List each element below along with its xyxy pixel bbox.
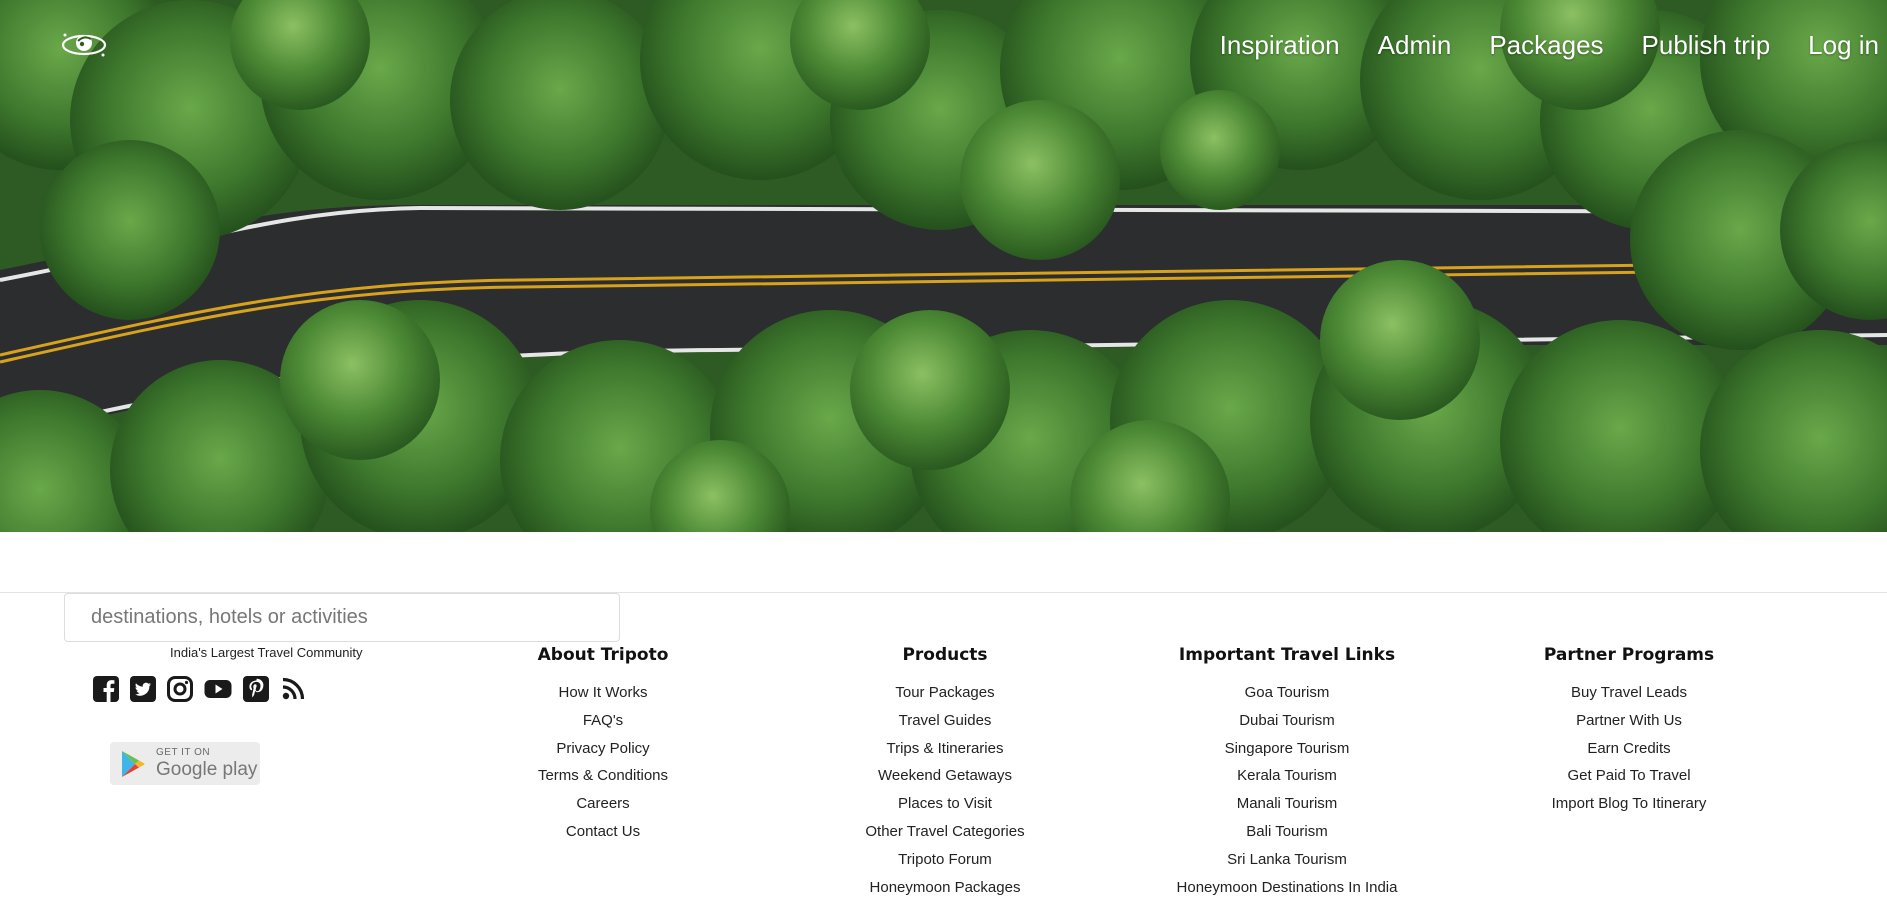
- footer-link[interactable]: Terms & Conditions: [538, 767, 668, 784]
- list-item: Honeymoon Destinations In India: [1177, 874, 1398, 902]
- footer-link[interactable]: Privacy Policy: [556, 740, 649, 757]
- youtube-icon[interactable]: [203, 675, 233, 703]
- list-item: Kerala Tourism: [1177, 762, 1398, 790]
- list-item: Singapore Tourism: [1177, 735, 1398, 763]
- list-item: Manali Tourism: [1177, 790, 1398, 818]
- footer-column-partner-programs: Partner Programs Buy Travel Leads Partne…: [1544, 645, 1714, 818]
- footer-link[interactable]: Kerala Tourism: [1237, 767, 1337, 784]
- list-item: Contact Us: [538, 818, 669, 846]
- facebook-icon[interactable]: [92, 675, 120, 703]
- column-heading: Important Travel Links: [1178, 645, 1396, 665]
- list-item: Travel Guides: [865, 707, 1024, 735]
- nav-publish-trip-link[interactable]: Publish trip: [1642, 30, 1771, 61]
- hero-road-forest-image: [0, 0, 1887, 532]
- list-item: Tour Packages: [865, 679, 1024, 707]
- footer-link[interactable]: Trips & Itineraries: [887, 740, 1004, 757]
- tripoto-logo[interactable]: [55, 26, 113, 62]
- list-item: Bali Tourism: [1177, 818, 1398, 846]
- footer-link[interactable]: FAQ's: [583, 712, 623, 729]
- google-play-icon: [122, 750, 145, 777]
- list-item: Sri Lanka Tourism: [1177, 846, 1398, 874]
- list-item: Get Paid To Travel: [1544, 762, 1714, 790]
- footer-link[interactable]: Import Blog To Itinerary: [1552, 795, 1707, 812]
- list-item: Buy Travel Leads: [1544, 679, 1714, 707]
- list-item: Other Travel Categories: [865, 818, 1024, 846]
- footer-link[interactable]: Sri Lanka Tourism: [1227, 851, 1347, 868]
- nav-admin-link[interactable]: Admin: [1378, 30, 1452, 61]
- rss-icon[interactable]: [279, 675, 307, 703]
- hero-banner: Inspiration Admin Packages Publish trip …: [0, 0, 1887, 532]
- footer-link[interactable]: Honeymoon Destinations In India: [1177, 879, 1398, 896]
- list-item: Places to Visit: [865, 790, 1024, 818]
- main-nav: Inspiration Admin Packages Publish trip …: [1220, 30, 1879, 61]
- list-item: Partner With Us: [1544, 707, 1714, 735]
- footer-link[interactable]: Contact Us: [566, 823, 640, 840]
- search-input[interactable]: [64, 593, 620, 642]
- footer-link[interactable]: Goa Tourism: [1245, 684, 1330, 701]
- footer-column-travel-links: Important Travel Links Goa Tourism Dubai…: [1177, 645, 1398, 901]
- tagline-text: India's Largest Travel Community: [170, 645, 363, 660]
- google-play-line2: Google play: [156, 759, 258, 780]
- list-item: Privacy Policy: [538, 735, 669, 763]
- social-links: [92, 675, 307, 703]
- footer-link[interactable]: Dubai Tourism: [1239, 712, 1335, 729]
- list-item: How It Works: [538, 679, 669, 707]
- column-heading: Products: [902, 645, 988, 665]
- column-heading: Partner Programs: [1543, 645, 1715, 665]
- list-item: Import Blog To Itinerary: [1544, 790, 1714, 818]
- footer-column-products: Products Tour Packages Travel Guides Tri…: [865, 645, 1024, 901]
- list-item: Dubai Tourism: [1177, 707, 1398, 735]
- list-item: Goa Tourism: [1177, 679, 1398, 707]
- footer-link[interactable]: Honeymoon Packages: [870, 879, 1021, 896]
- pinterest-icon[interactable]: [242, 675, 270, 703]
- footer-link[interactable]: Places to Visit: [898, 795, 992, 812]
- footer-link[interactable]: Bali Tourism: [1246, 823, 1327, 840]
- footer-link[interactable]: Get Paid To Travel: [1567, 767, 1690, 784]
- footer-link[interactable]: Weekend Getaways: [878, 767, 1012, 784]
- footer-link[interactable]: Travel Guides: [899, 712, 992, 729]
- list-item: FAQ's: [538, 707, 669, 735]
- twitter-icon[interactable]: [129, 675, 157, 703]
- list-item: Careers: [538, 790, 669, 818]
- list-item: Terms & Conditions: [538, 762, 669, 790]
- list-item: Trips & Itineraries: [865, 735, 1024, 763]
- column-heading: About Tripoto: [537, 645, 669, 665]
- footer-link[interactable]: Tripoto Forum: [898, 851, 992, 868]
- list-item: Earn Credits: [1544, 735, 1714, 763]
- footer-link[interactable]: Singapore Tourism: [1225, 740, 1350, 757]
- nav-inspiration-link[interactable]: Inspiration: [1220, 30, 1340, 61]
- footer-column-about: About Tripoto How It Works FAQ's Privacy…: [538, 645, 669, 846]
- footer-link[interactable]: Tour Packages: [895, 684, 994, 701]
- google-play-text: GET IT ON Google play: [156, 747, 258, 780]
- footer-link[interactable]: Careers: [576, 795, 629, 812]
- list-item: Weekend Getaways: [865, 762, 1024, 790]
- list-item: Honeymoon Packages: [865, 874, 1024, 902]
- nav-login-link[interactable]: Log in: [1808, 30, 1879, 61]
- footer-link[interactable]: Earn Credits: [1587, 740, 1670, 757]
- footer-link[interactable]: Buy Travel Leads: [1571, 684, 1687, 701]
- footer-link[interactable]: Manali Tourism: [1237, 795, 1338, 812]
- instagram-icon[interactable]: [166, 675, 194, 703]
- nav-packages-link[interactable]: Packages: [1489, 30, 1603, 61]
- footer-link[interactable]: How It Works: [559, 684, 648, 701]
- google-play-line1: GET IT ON: [156, 747, 211, 758]
- footer-link[interactable]: Other Travel Categories: [865, 823, 1024, 840]
- footer-link[interactable]: Partner With Us: [1576, 712, 1682, 729]
- google-play-badge[interactable]: GET IT ON Google play: [110, 742, 260, 785]
- list-item: Tripoto Forum: [865, 846, 1024, 874]
